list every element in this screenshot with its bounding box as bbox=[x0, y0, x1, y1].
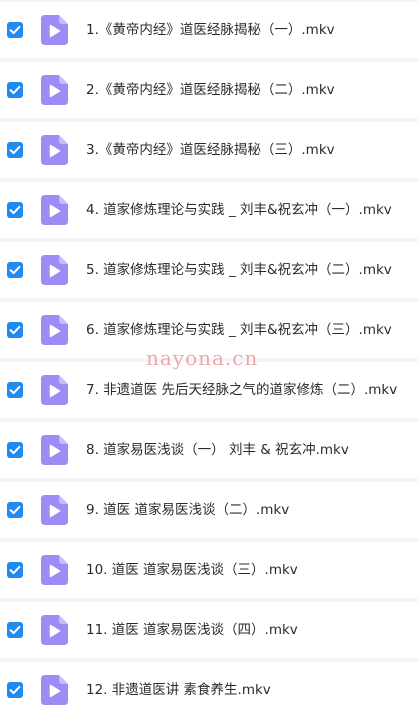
checkbox-checked-icon[interactable] bbox=[7, 82, 23, 98]
file-row[interactable]: 5. 道家修炼理论与实践 _ 刘丰&祝玄冲（二）.mkv bbox=[0, 242, 418, 298]
checkbox-checked-icon[interactable] bbox=[7, 322, 23, 338]
checkbox-checked-icon[interactable] bbox=[7, 382, 23, 398]
file-row[interactable]: 4. 道家修炼理论与实践 _ 刘丰&祝玄冲（一）.mkv bbox=[0, 182, 418, 238]
file-row[interactable]: 3.《黄帝内经》道医经脉揭秘（三）.mkv bbox=[0, 122, 418, 178]
checkbox-checked-icon[interactable] bbox=[7, 262, 23, 278]
video-file-icon bbox=[40, 315, 68, 345]
file-row[interactable]: 12. 非遗道医讲 素食养生.mkv bbox=[0, 662, 418, 718]
video-file-icon bbox=[40, 15, 68, 45]
checkbox-checked-icon[interactable] bbox=[7, 202, 23, 218]
file-name[interactable]: 12. 非遗道医讲 素食养生.mkv bbox=[86, 662, 271, 718]
video-file-icon bbox=[40, 495, 68, 525]
video-file-icon bbox=[40, 435, 68, 465]
file-name[interactable]: 5. 道家修炼理论与实践 _ 刘丰&祝玄冲（二）.mkv bbox=[86, 242, 392, 298]
checkbox-checked-icon[interactable] bbox=[7, 682, 23, 698]
file-name[interactable]: 10. 道医 道家易医浅谈（三）.mkv bbox=[86, 542, 298, 598]
file-name[interactable]: 4. 道家修炼理论与实践 _ 刘丰&祝玄冲（一）.mkv bbox=[86, 182, 392, 238]
file-name[interactable]: 7. 非遗道医 先后天经脉之气的道家修炼（二）.mkv bbox=[86, 362, 397, 418]
file-row[interactable]: 11. 道医 道家易医浅谈（四）.mkv bbox=[0, 602, 418, 658]
video-file-icon bbox=[40, 555, 68, 585]
file-list: 1.《黄帝内经》道医经脉揭秘（一）.mkv 2.《黄帝内经》道医经脉揭秘（二）.… bbox=[0, 0, 418, 718]
file-name[interactable]: 6. 道家修炼理论与实践 _ 刘丰&祝玄冲（三）.mkv bbox=[86, 302, 392, 358]
file-row[interactable]: 2.《黄帝内经》道医经脉揭秘（二）.mkv bbox=[0, 62, 418, 118]
checkbox-checked-icon[interactable] bbox=[7, 562, 23, 578]
file-name[interactable]: 1.《黄帝内经》道医经脉揭秘（一）.mkv bbox=[86, 2, 335, 58]
checkbox-checked-icon[interactable] bbox=[7, 142, 23, 158]
file-name[interactable]: 11. 道医 道家易医浅谈（四）.mkv bbox=[86, 602, 298, 658]
file-row[interactable]: 10. 道医 道家易医浅谈（三）.mkv bbox=[0, 542, 418, 598]
file-row[interactable]: 8. 道家易医浅谈（一） 刘丰 & 祝玄冲.mkv bbox=[0, 422, 418, 478]
file-row[interactable]: 9. 道医 道家易医浅谈（二）.mkv bbox=[0, 482, 418, 538]
file-name[interactable]: 3.《黄帝内经》道医经脉揭秘（三）.mkv bbox=[86, 122, 335, 178]
checkbox-checked-icon[interactable] bbox=[7, 622, 23, 638]
video-file-icon bbox=[40, 615, 68, 645]
file-row[interactable]: 7. 非遗道医 先后天经脉之气的道家修炼（二）.mkv bbox=[0, 362, 418, 418]
video-file-icon bbox=[40, 375, 68, 405]
file-name[interactable]: 8. 道家易医浅谈（一） 刘丰 & 祝玄冲.mkv bbox=[86, 422, 349, 478]
checkbox-checked-icon[interactable] bbox=[7, 22, 23, 38]
file-name[interactable]: 9. 道医 道家易医浅谈（二）.mkv bbox=[86, 482, 289, 538]
file-row[interactable]: 6. 道家修炼理论与实践 _ 刘丰&祝玄冲（三）.mkv bbox=[0, 302, 418, 358]
file-name[interactable]: 2.《黄帝内经》道医经脉揭秘（二）.mkv bbox=[86, 62, 335, 118]
video-file-icon bbox=[40, 135, 68, 165]
video-file-icon bbox=[40, 195, 68, 225]
video-file-icon bbox=[40, 75, 68, 105]
checkbox-checked-icon[interactable] bbox=[7, 442, 23, 458]
file-row[interactable]: 1.《黄帝内经》道医经脉揭秘（一）.mkv bbox=[0, 2, 418, 58]
video-file-icon bbox=[40, 675, 68, 705]
video-file-icon bbox=[40, 255, 68, 285]
checkbox-checked-icon[interactable] bbox=[7, 502, 23, 518]
